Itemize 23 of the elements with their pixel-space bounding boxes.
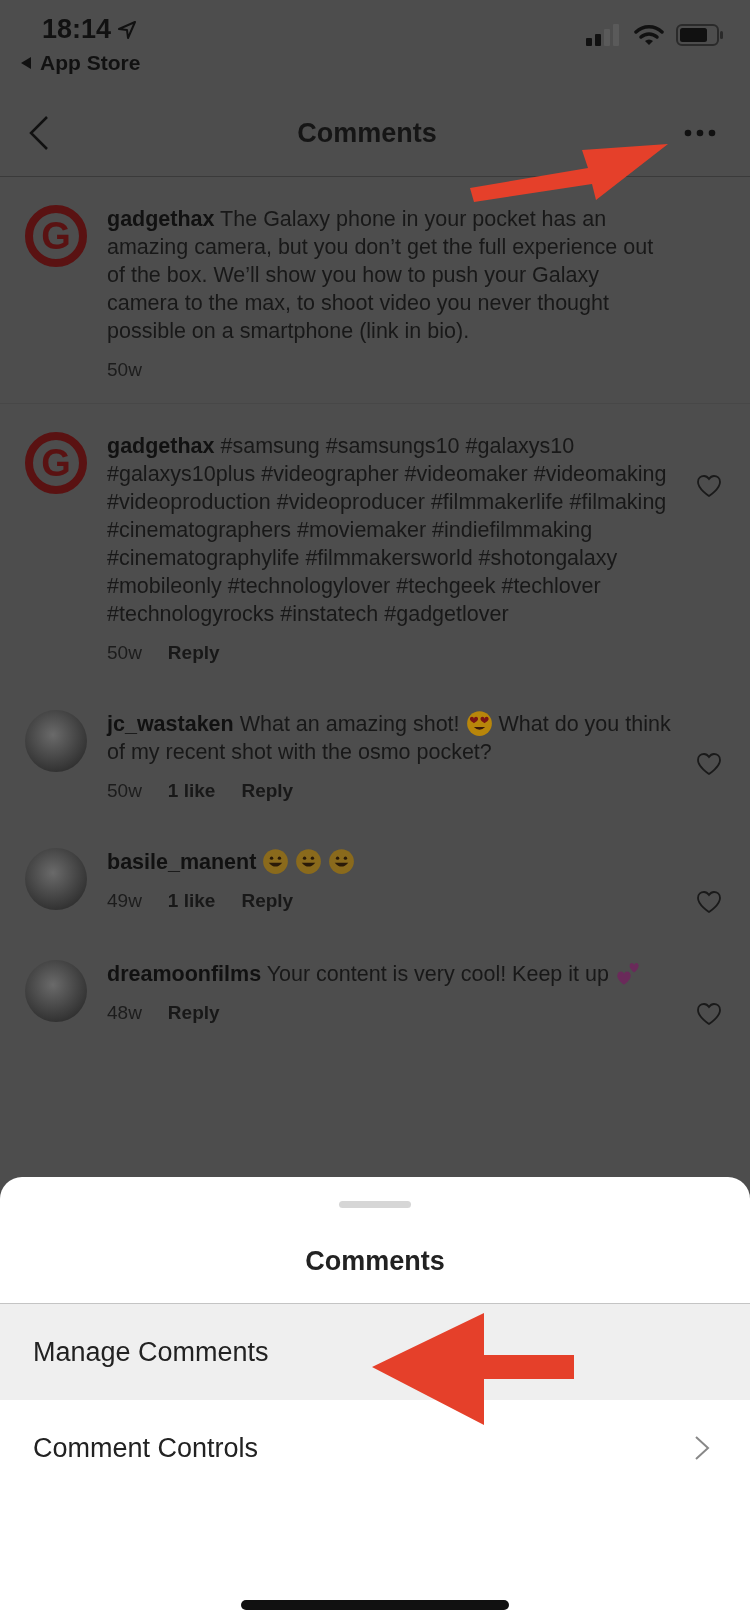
smiley-emoji-icon (295, 848, 323, 875)
smiley-emoji-icon (262, 848, 290, 875)
avatar-logo[interactable]: G (25, 205, 87, 267)
like-heart-icon[interactable] (696, 474, 722, 498)
smiley-emoji-icon (328, 848, 356, 875)
header-title: Comments (297, 117, 437, 149)
signal-icon (586, 24, 622, 46)
sheet-drag-handle[interactable] (339, 1201, 411, 1208)
more-options-button[interactable] (684, 129, 716, 137)
comment-text: basile_manent (107, 848, 676, 876)
like-heart-icon[interactable] (696, 752, 722, 776)
heart-eyes-emoji-icon (465, 710, 493, 737)
back-triangle-icon (20, 56, 32, 70)
battery-icon (676, 24, 724, 46)
location-arrow-icon (117, 19, 138, 40)
like-heart-icon[interactable] (696, 890, 722, 914)
back-button[interactable] (28, 115, 50, 151)
wifi-icon (634, 24, 664, 46)
two-hearts-emoji-icon (614, 960, 642, 987)
like-heart-icon[interactable] (696, 1002, 722, 1026)
back-to-app-link[interactable]: App Store (20, 51, 141, 75)
avatar-logo[interactable]: G (25, 432, 87, 494)
status-time: 18:14 (42, 14, 112, 45)
